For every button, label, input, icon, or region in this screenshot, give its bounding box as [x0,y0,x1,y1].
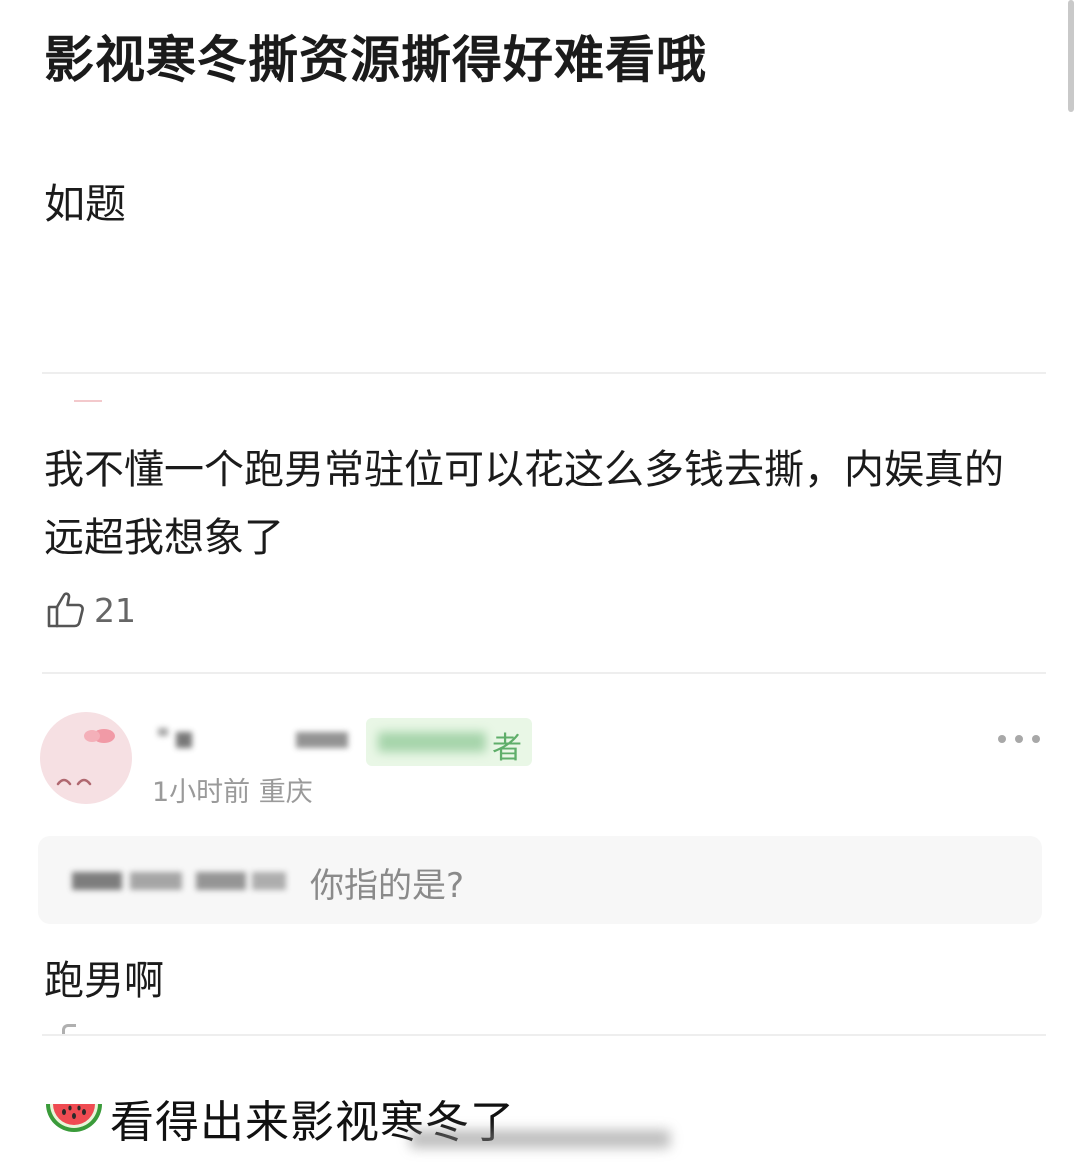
avatar-illustration [56,729,115,786]
quoted-user-redacted [252,872,286,890]
reply-meta: 1小时前 重庆 [152,777,313,808]
quote-text: 你指的是? [310,866,465,906]
avatar[interactable] [40,712,132,804]
thumbs-up-icon [47,592,84,628]
username-redacted [176,732,192,748]
top-comment-text: 我不懂一个跑男常驻位可以花这么多钱去撕，内娱真的远超我想象了 [44,447,1004,561]
post-body: 如题 [44,180,126,228]
divider [42,672,1046,674]
divider [42,1034,1046,1036]
app-screen: 影视寒冬撕资源撕得好难看哦 如题 我不懂一个跑男常驻位可以花这么多钱去撕，内娱真… [0,0,1080,1040]
quoted-user-redacted [196,872,246,890]
like-button[interactable]: 21 [44,588,136,632]
username-redacted [158,728,168,736]
quoted-user-redacted [130,872,182,890]
username-redacted [296,732,348,748]
quoted-reply[interactable]: 你指的是? [38,836,1042,924]
divider [42,372,1046,374]
scrollbar[interactable] [1068,0,1074,112]
badge-redacted [378,732,486,752]
reply-text: 跑男啊 [44,958,164,1004]
faint-mark [74,400,102,402]
badge-label: 者 [492,731,522,766]
like-count: 21 [94,590,136,630]
user-badge: 者 [366,718,532,766]
quoted-user-redacted [72,872,122,890]
caption-watermark [410,1130,670,1148]
watermelon-icon [46,1104,102,1132]
more-icon[interactable] [998,732,1040,746]
partial-icon [62,1024,76,1034]
post-title: 影视寒冬撕资源撕得好难看哦 [44,31,707,89]
